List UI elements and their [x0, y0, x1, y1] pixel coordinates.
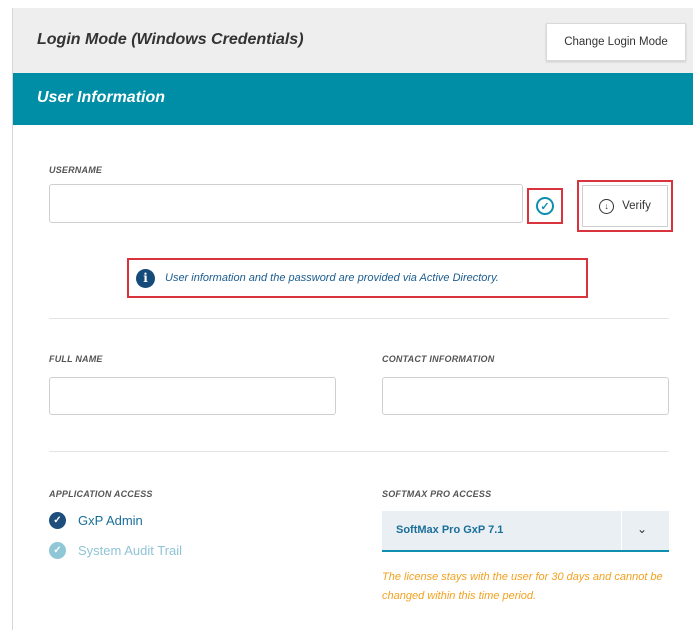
- application-access-label: APPLICATION ACCESS: [49, 489, 153, 499]
- username-label: USERNAME: [49, 165, 103, 175]
- info-message: i User information and the password are …: [130, 261, 585, 295]
- info-message-text: User information and the password are pr…: [165, 272, 499, 284]
- check-circle-icon: ✓: [49, 542, 66, 559]
- contact-information-label: CONTACT INFORMATION: [382, 354, 495, 364]
- access-item-label: GxP Admin: [78, 513, 143, 528]
- info-icon: i: [136, 268, 155, 288]
- user-form-panel: Login Mode (Windows Credentials) Change …: [12, 8, 693, 630]
- download-circle-icon: ↓: [599, 198, 615, 214]
- change-login-mode-button[interactable]: Change Login Mode: [546, 23, 686, 61]
- check-circle-icon: ✓: [536, 197, 554, 215]
- check-circle-icon: ✓: [49, 512, 66, 529]
- section-title: User Information: [37, 89, 166, 106]
- chevron-down-icon[interactable]: ⌄: [637, 522, 647, 536]
- softmax-pro-version-select[interactable]: SoftMax Pro GxP 7.1 ⌄: [382, 511, 669, 552]
- full-name-label: FULL NAME: [49, 354, 103, 364]
- softmax-pro-access-label: SOFTMAX PRO ACCESS: [382, 489, 492, 499]
- login-mode-bar: Login Mode (Windows Credentials) Change …: [13, 8, 693, 73]
- divider: [49, 318, 669, 319]
- access-item-label: System Audit Trail: [78, 543, 183, 558]
- divider: [49, 451, 669, 452]
- contact-information-input[interactable]: [382, 377, 669, 415]
- selected-version: SoftMax Pro GxP 7.1: [396, 524, 504, 536]
- access-item-gxp-admin[interactable]: ✓ GxP Admin: [49, 512, 143, 529]
- username-input[interactable]: [49, 184, 523, 223]
- access-item-system-audit-trail[interactable]: ✓ System Audit Trail: [49, 542, 182, 559]
- user-information-header: User Information: [13, 73, 693, 125]
- license-warning-text: The license stays with the user for 30 d…: [382, 571, 663, 602]
- login-mode-title: Login Mode (Windows Credentials): [37, 31, 304, 48]
- verify-button-label: Verify: [622, 200, 651, 212]
- full-name-input[interactable]: [49, 377, 336, 415]
- verify-button[interactable]: ↓ Verify: [582, 185, 668, 227]
- select-separator: [621, 511, 622, 550]
